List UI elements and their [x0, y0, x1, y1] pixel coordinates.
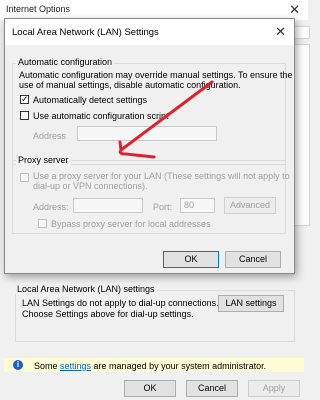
annotation-arrow [118, 80, 214, 159]
red-arrow-icon [118, 80, 214, 159]
